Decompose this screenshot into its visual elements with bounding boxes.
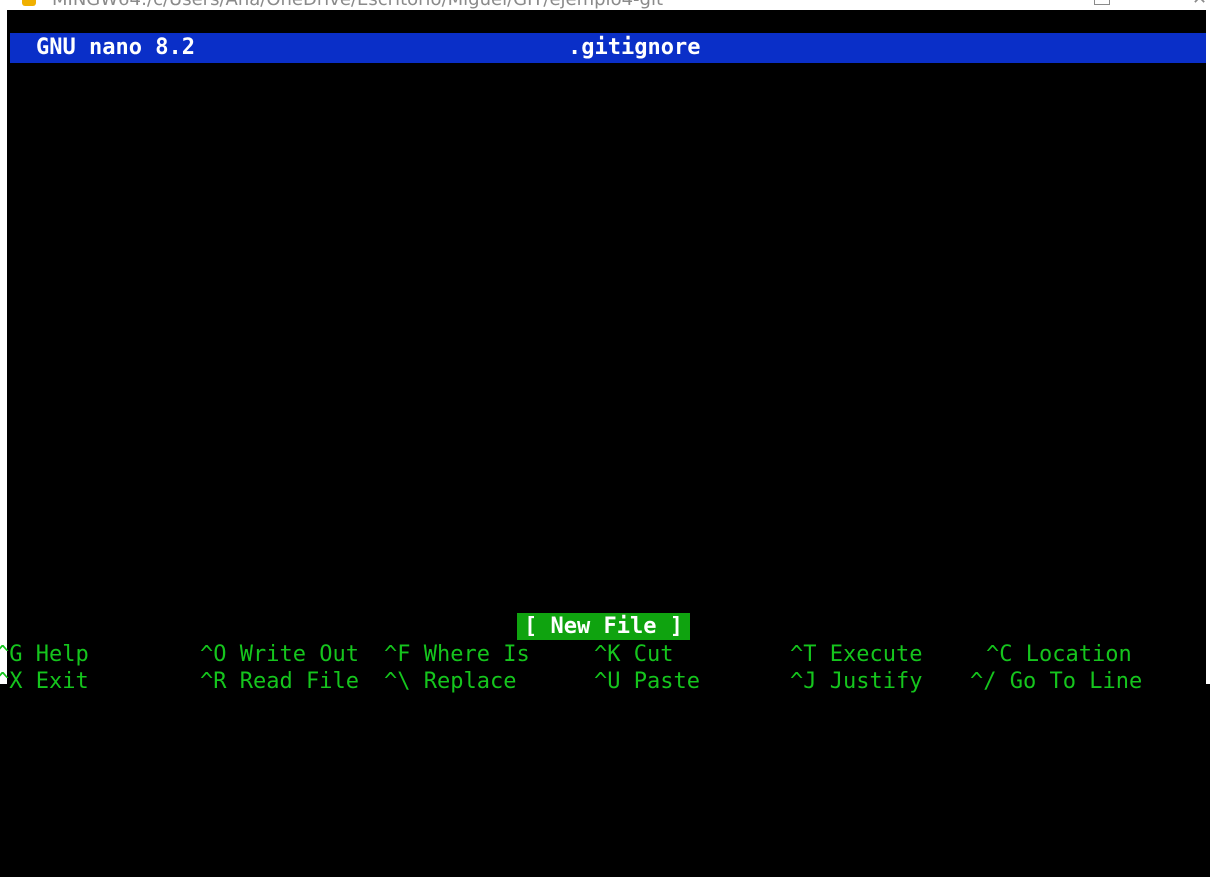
- shortcut-bar-row-2: ^X Exit ^R Read File ^\ Replace ^U Paste…: [0, 667, 1142, 697]
- shortcut-justify[interactable]: ^J Justify: [790, 667, 922, 697]
- shortcut-location[interactable]: ^C Location: [986, 640, 1132, 670]
- shortcut-read-file[interactable]: ^R Read File: [200, 667, 359, 697]
- shortcut-write-out[interactable]: ^O Write Out: [200, 640, 359, 670]
- shortcut-bar-row-1: ^G Help ^O Write Out ^F Where Is ^K Cut …: [0, 640, 1132, 670]
- window-border-right: [1206, 10, 1210, 684]
- shortcut-help[interactable]: ^G Help: [0, 640, 89, 670]
- shortcut-go-to-line[interactable]: ^/ Go To Line: [970, 667, 1142, 697]
- shortcut-exit[interactable]: ^X Exit: [0, 667, 89, 697]
- nano-version: GNU nano 8.2: [36, 35, 195, 60]
- shortcut-execute[interactable]: ^T Execute: [790, 640, 922, 670]
- shortcut-where-is[interactable]: ^F Where Is: [384, 640, 530, 670]
- status-message: [ New File ]: [517, 613, 690, 640]
- maximize-icon[interactable]: [1094, 0, 1110, 5]
- nano-title-bar: GNU nano 8.2 .gitignore: [10, 33, 1206, 63]
- shortcut-cut[interactable]: ^K Cut: [594, 640, 674, 670]
- terminal-app-icon: [22, 0, 36, 6]
- window-titlebar: MINGW64:/c/Users/Ana/OneDrive/Escritorio…: [0, 0, 1210, 10]
- file-name: .gitignore: [568, 35, 701, 60]
- shortcut-replace[interactable]: ^\ Replace: [384, 667, 516, 697]
- shortcut-paste[interactable]: ^U Paste: [594, 667, 700, 697]
- terminal-area[interactable]: [0, 10, 1210, 684]
- window-title: MINGW64:/c/Users/Ana/OneDrive/Escritorio…: [52, 0, 663, 10]
- window-border-left: [0, 10, 7, 684]
- close-icon[interactable]: ✕: [1192, 0, 1207, 9]
